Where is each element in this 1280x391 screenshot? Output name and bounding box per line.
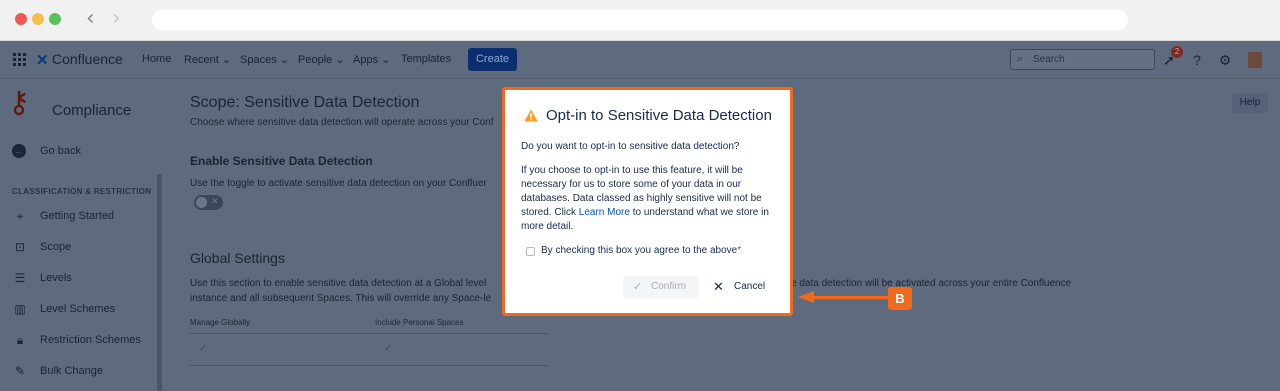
help-icon[interactable]: ? — [1189, 52, 1205, 68]
search-input[interactable]: ⌕ Search — [1010, 49, 1155, 70]
enable-detection-toggle[interactable]: ✕ — [194, 195, 223, 210]
sidebar-item-level-schemes[interactable]: ▥ Level Schemes — [0, 299, 160, 321]
sidebar-item-label: Bulk Change — [40, 365, 103, 377]
check-icon: ✓ — [633, 281, 643, 293]
sidebar-item-getting-started[interactable]: ⌖ Getting Started — [0, 206, 160, 228]
global-settings-heading: Global Settings — [190, 250, 285, 266]
pin-icon: ⌖ — [16, 209, 24, 223]
include-personal-check-icon[interactable]: ✓ — [384, 343, 392, 354]
search-placeholder: Search — [1033, 54, 1065, 65]
sidebar-item-label: Scope — [40, 241, 72, 253]
table-divider — [190, 365, 548, 366]
global-desc-line1-right: e data detection will be activated acros… — [791, 278, 1072, 289]
nav-home[interactable]: Home — [142, 53, 171, 65]
level-schemes-icon: ▥ — [14, 302, 26, 316]
top-navigation: ✕ Confluence Home Recent ⌄ Spaces ⌄ Peop… — [0, 41, 1280, 79]
dialog-title: Opt-in to Sensitive Data Detection — [546, 107, 772, 124]
sidebar-section-heading: CLASSIFICATION & RESTRICTION — [12, 187, 152, 196]
dialog-body: If you choose to opt-in to use this feat… — [521, 164, 783, 234]
settings-gear-icon[interactable]: ⚙ — [1217, 52, 1233, 68]
compliance-key-icon: ⚷ — [8, 86, 30, 119]
toggle-description: Use the toggle to activate sensitive dat… — [190, 178, 487, 189]
close-icon: ✕ — [713, 279, 724, 294]
search-icon: ⌕ — [1017, 53, 1024, 65]
sidebar: ⚷ Compliance ← Go back CLASSIFICATION & … — [0, 80, 166, 391]
sidebar-scrollbar[interactable] — [157, 174, 162, 391]
nav-spaces[interactable]: Spaces ⌄ — [240, 53, 289, 66]
nav-apps[interactable]: Apps ⌄ — [353, 53, 390, 66]
minimize-window-dot[interactable] — [32, 13, 44, 25]
cancel-label: Cancel — [734, 281, 766, 292]
url-bar[interactable] — [152, 10, 1128, 30]
callout-badge: B — [888, 287, 912, 310]
confirm-button[interactable]: ✓ Confirm — [623, 276, 699, 298]
warning-icon — [524, 109, 538, 122]
create-button[interactable]: Create — [468, 48, 517, 71]
cancel-button[interactable]: ✕ Cancel — [711, 276, 771, 298]
sidebar-item-label: Levels — [40, 272, 72, 284]
lock-icon: 🔒︎ — [16, 333, 24, 347]
pencil-icon: ✎ — [14, 364, 26, 378]
table-divider — [190, 333, 548, 334]
back-circle-icon[interactable]: ← — [12, 144, 26, 158]
nav-recent[interactable]: Recent ⌄ — [184, 53, 231, 66]
dialog-question: Do you want to opt-in to sensitive data … — [521, 141, 740, 152]
page-title: Scope: Sensitive Data Detection — [190, 94, 420, 111]
sidebar-item-scope[interactable]: ⊡ Scope — [0, 237, 160, 259]
go-back-link[interactable]: Go back — [40, 145, 81, 157]
toggle-knob — [196, 197, 207, 208]
help-button[interactable]: Help — [1232, 93, 1268, 113]
sidebar-item-label: Getting Started — [40, 210, 114, 222]
enable-heading: Enable Sensitive Data Detection — [190, 154, 373, 168]
agree-checkbox[interactable] — [526, 247, 535, 256]
user-avatar[interactable] — [1248, 52, 1262, 68]
sidebar-item-levels[interactable]: ☰ Levels — [0, 268, 160, 290]
agree-checkbox-label[interactable]: By checking this box you agree to the ab… — [541, 245, 741, 256]
sidebar-item-label: Level Schemes — [40, 303, 116, 315]
required-mark: * — [737, 245, 742, 256]
nav-templates[interactable]: Templates — [401, 53, 451, 65]
sidebar-item-label: Restriction Schemes — [40, 334, 141, 346]
nav-people[interactable]: People ⌄ — [298, 53, 345, 66]
opt-in-dialog: Opt-in to Sensitive Data Detection Do yo… — [502, 87, 793, 316]
confirm-label: Confirm — [651, 281, 687, 292]
forward-arrow-icon[interactable]: › — [112, 8, 121, 30]
scope-icon: ⊡ — [14, 240, 26, 254]
sidebar-item-bulk-change[interactable]: ✎ Bulk Change — [0, 361, 160, 383]
manage-globally-check-icon[interactable]: ✓ — [199, 343, 207, 354]
column-include-personal: Include Personal Spaces — [375, 318, 464, 327]
levels-icon: ☰ — [14, 271, 26, 285]
sidebar-title: Compliance — [52, 102, 132, 119]
learn-more-link[interactable]: Learn More — [579, 207, 630, 218]
browser-chrome: ‹ › — [0, 0, 1280, 41]
back-arrow-icon[interactable]: ‹ — [86, 8, 95, 30]
maximize-window-dot[interactable] — [49, 13, 61, 25]
close-window-dot[interactable] — [15, 13, 27, 25]
column-manage-globally: Manage Globally — [190, 318, 251, 327]
app-switcher-icon[interactable] — [13, 53, 27, 67]
notification-count-badge: 2 — [1171, 46, 1183, 58]
callout-arrow-line — [812, 296, 888, 299]
confluence-logo-text[interactable]: Confluence — [52, 51, 123, 67]
page-subtitle: Choose where sensitive data detection wi… — [190, 117, 494, 128]
toggle-off-icon: ✕ — [211, 196, 219, 206]
confluence-logo-icon[interactable]: ✕ — [36, 51, 49, 69]
sidebar-item-restriction-schemes[interactable]: 🔒︎ Restriction Schemes — [0, 330, 160, 352]
